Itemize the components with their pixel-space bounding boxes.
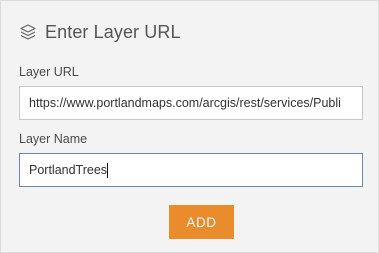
layer-url-label: Layer URL: [19, 65, 79, 79]
add-layer-panel: Enter Layer URL Layer URL https://www.po…: [0, 0, 379, 253]
layer-url-value: https://www.portlandmaps.com/arcgis/rest…: [29, 96, 341, 110]
layer-name-input[interactable]: PortlandTrees: [19, 153, 363, 187]
layer-name-value: PortlandTrees: [29, 163, 108, 177]
layer-name-label: Layer Name: [19, 132, 88, 146]
panel-title: Enter Layer URL: [45, 21, 181, 42]
add-button[interactable]: ADD: [169, 205, 234, 239]
layer-url-input[interactable]: https://www.portlandmaps.com/arcgis/rest…: [19, 86, 363, 120]
layers-icon: [19, 23, 37, 41]
panel-header: Enter Layer URL: [19, 19, 181, 45]
text-caret: [107, 162, 109, 178]
